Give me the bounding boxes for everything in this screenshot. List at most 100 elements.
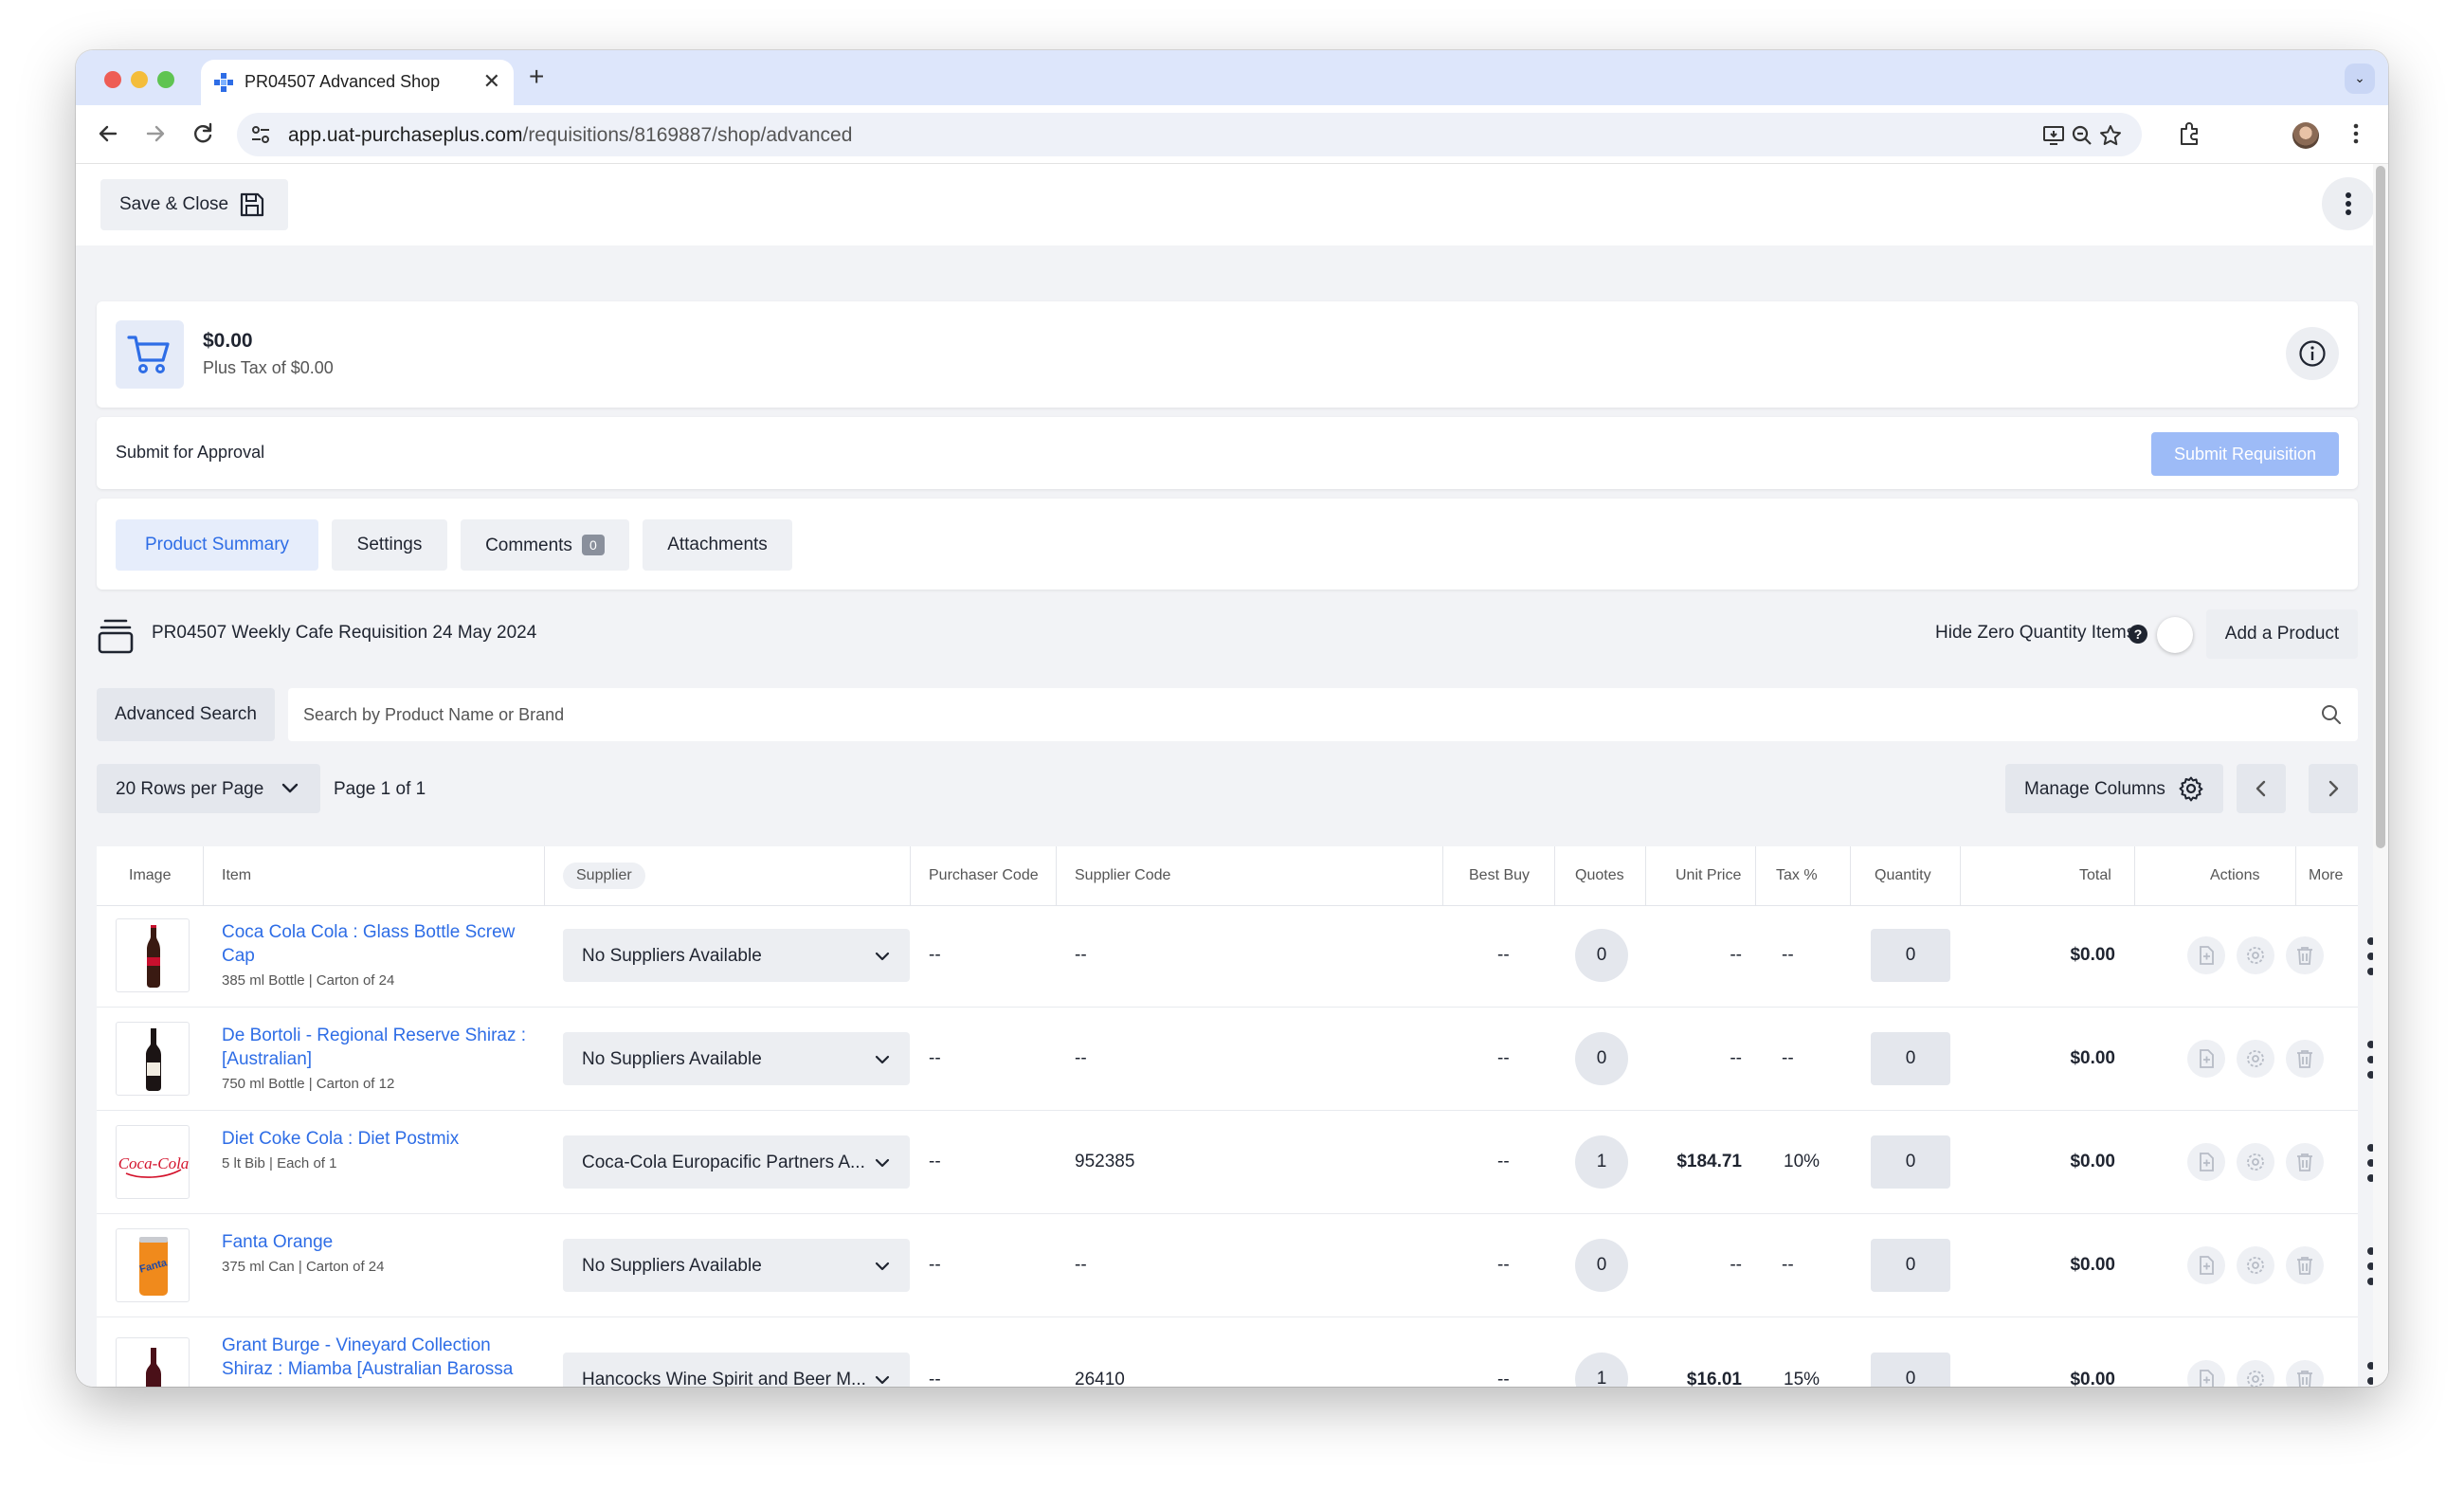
browser-toolbar: app.uat-purchaseplus.com/requisitions/81… (76, 105, 2388, 164)
quotes-count[interactable]: 0 (1575, 1032, 1628, 1085)
line-settings-button[interactable] (2237, 1040, 2274, 1078)
tab-comments[interactable]: Comments 0 (461, 519, 629, 571)
previous-page-button[interactable] (2237, 764, 2286, 813)
supplier-select[interactable]: Hancocks Wine Spirit and Beer M... (563, 1353, 910, 1387)
tab-close-icon[interactable]: ✕ (483, 69, 500, 94)
product-image[interactable] (116, 1022, 190, 1096)
product-name-link[interactable]: Coca Cola Cola : Glass Bottle Screw Cap (222, 920, 534, 968)
fanta-can-image: Fanta (138, 1237, 169, 1296)
product-name-link[interactable]: Grant Burge - Vineyard Collection Shiraz … (222, 1334, 534, 1381)
browser-tab[interactable]: PR04507 Advanced Shop ✕ (201, 60, 514, 105)
add-product-button[interactable]: Add a Product (2206, 609, 2358, 659)
quotes-count[interactable]: 0 (1575, 1239, 1628, 1292)
minimize-window-button[interactable] (131, 71, 148, 88)
profile-avatar[interactable] (2292, 122, 2319, 149)
file-add-icon (2200, 1049, 2214, 1068)
quantity-input[interactable]: 0 (1871, 1353, 1950, 1387)
rows-per-page-select[interactable]: 20 Rows per Page (97, 764, 320, 813)
product-name-link[interactable]: Diet Coke Cola : Diet Postmix (222, 1127, 534, 1151)
add-note-button[interactable] (2187, 1246, 2225, 1284)
supplier-select-value: No Suppliers Available (582, 1256, 762, 1276)
product-name-link[interactable]: Fanta Orange (222, 1230, 534, 1254)
best-buy-cell: -- (1497, 1152, 1510, 1171)
product-image[interactable]: Coca-Cola (116, 1125, 190, 1199)
page-scrollbar-thumb[interactable] (2376, 166, 2385, 848)
browser-menu-icon[interactable] (2343, 120, 2369, 147)
supplier-select[interactable]: No Suppliers Available (563, 1239, 910, 1292)
add-note-button[interactable] (2187, 1040, 2225, 1078)
browser-window: PR04507 Advanced Shop ✕ + ⌄ app.uat-purc… (76, 50, 2388, 1387)
page-scrollbar[interactable] (2373, 164, 2388, 1387)
install-app-icon[interactable] (2041, 123, 2066, 148)
supplier-select[interactable]: No Suppliers Available (563, 929, 910, 982)
trash-icon (2297, 1153, 2312, 1171)
line-settings-button[interactable] (2237, 1246, 2274, 1284)
bookmark-star-icon[interactable] (2098, 123, 2123, 148)
next-page-button[interactable] (2309, 764, 2358, 813)
submit-requisition-button[interactable]: Submit Requisition (2151, 432, 2339, 476)
delete-line-button[interactable] (2286, 1143, 2324, 1181)
product-image[interactable] (116, 918, 190, 992)
tab-search-chevron-icon[interactable]: ⌄ (2345, 64, 2375, 94)
tab-product-summary[interactable]: Product Summary (116, 519, 318, 571)
tab-attachments[interactable]: Attachments (643, 519, 792, 571)
header-supplier[interactable]: Supplier (563, 846, 645, 905)
wine-bottle-image (146, 1028, 161, 1091)
manage-columns-button[interactable]: Manage Columns (2005, 764, 2223, 813)
address-bar[interactable]: app.uat-purchaseplus.com/requisitions/81… (237, 113, 2142, 156)
column-divider (2295, 846, 2296, 905)
save-close-button[interactable]: Save & Close (100, 179, 288, 230)
delete-line-button[interactable] (2286, 936, 2324, 974)
extensions-puzzle-icon[interactable] (2176, 120, 2202, 147)
svg-text:Coca-Cola: Coca-Cola (118, 1154, 190, 1172)
chevron-down-icon (875, 1375, 890, 1385)
cart-badge (116, 320, 184, 389)
product-image[interactable]: Fanta (116, 1228, 190, 1302)
product-pack-size: 385 ml Bottle | Carton of 24 (222, 972, 395, 989)
quotes-count[interactable]: 1 (1575, 1135, 1628, 1189)
delete-line-button[interactable] (2286, 1040, 2324, 1078)
advanced-search-button[interactable]: Advanced Search (97, 688, 275, 741)
supplier-code-cell: -- (1075, 945, 1087, 965)
delete-line-button[interactable] (2286, 1246, 2324, 1284)
tax-cell: -- (1782, 945, 1794, 965)
quantity-input[interactable]: 0 (1871, 1239, 1950, 1292)
add-note-button[interactable] (2187, 1360, 2225, 1387)
add-note-button[interactable] (2187, 936, 2225, 974)
info-button[interactable] (2286, 327, 2339, 380)
quantity-input[interactable]: 0 (1871, 929, 1950, 982)
zoom-icon[interactable] (2070, 123, 2094, 148)
gear-icon (2179, 776, 2203, 802)
column-divider (1645, 846, 1646, 905)
page-more-menu-button[interactable] (2322, 177, 2375, 230)
line-settings-button[interactable] (2237, 936, 2274, 974)
hide-zero-quantity-toggle[interactable] (2157, 617, 2193, 653)
app-top-bar: Save & Close (76, 164, 2375, 245)
wine-bottle-image (146, 1348, 161, 1387)
product-search-input[interactable]: Search by Product Name or Brand (288, 688, 2358, 741)
reload-icon[interactable] (188, 118, 218, 149)
quotes-count[interactable]: 1 (1575, 1353, 1628, 1387)
tab-settings[interactable]: Settings (332, 519, 447, 571)
add-note-button[interactable] (2187, 1143, 2225, 1181)
column-divider (1056, 846, 1057, 905)
product-image[interactable] (116, 1337, 190, 1387)
delete-line-button[interactable] (2286, 1360, 2324, 1387)
supplier-select[interactable]: No Suppliers Available (563, 1032, 910, 1085)
supplier-select[interactable]: Coca-Cola Europacific Partners A... (563, 1135, 910, 1189)
back-arrow-icon[interactable] (93, 118, 123, 149)
close-window-button[interactable] (104, 71, 121, 88)
search-icon[interactable] (2320, 703, 2343, 726)
product-name-link[interactable]: De Bortoli - Regional Reserve Shiraz : [A… (222, 1024, 534, 1071)
maximize-window-button[interactable] (157, 71, 174, 88)
tab-attachments-label: Attachments (667, 535, 768, 554)
help-icon[interactable]: ? (2129, 625, 2147, 644)
line-settings-button[interactable] (2237, 1360, 2274, 1387)
site-settings-icon[interactable] (250, 125, 271, 144)
quotes-count[interactable]: 0 (1575, 929, 1628, 982)
line-settings-button[interactable] (2237, 1143, 2274, 1181)
new-tab-button[interactable]: + (529, 62, 544, 92)
quantity-input[interactable]: 0 (1871, 1135, 1950, 1189)
forward-arrow-icon[interactable] (140, 118, 171, 149)
quantity-input[interactable]: 0 (1871, 1032, 1950, 1085)
